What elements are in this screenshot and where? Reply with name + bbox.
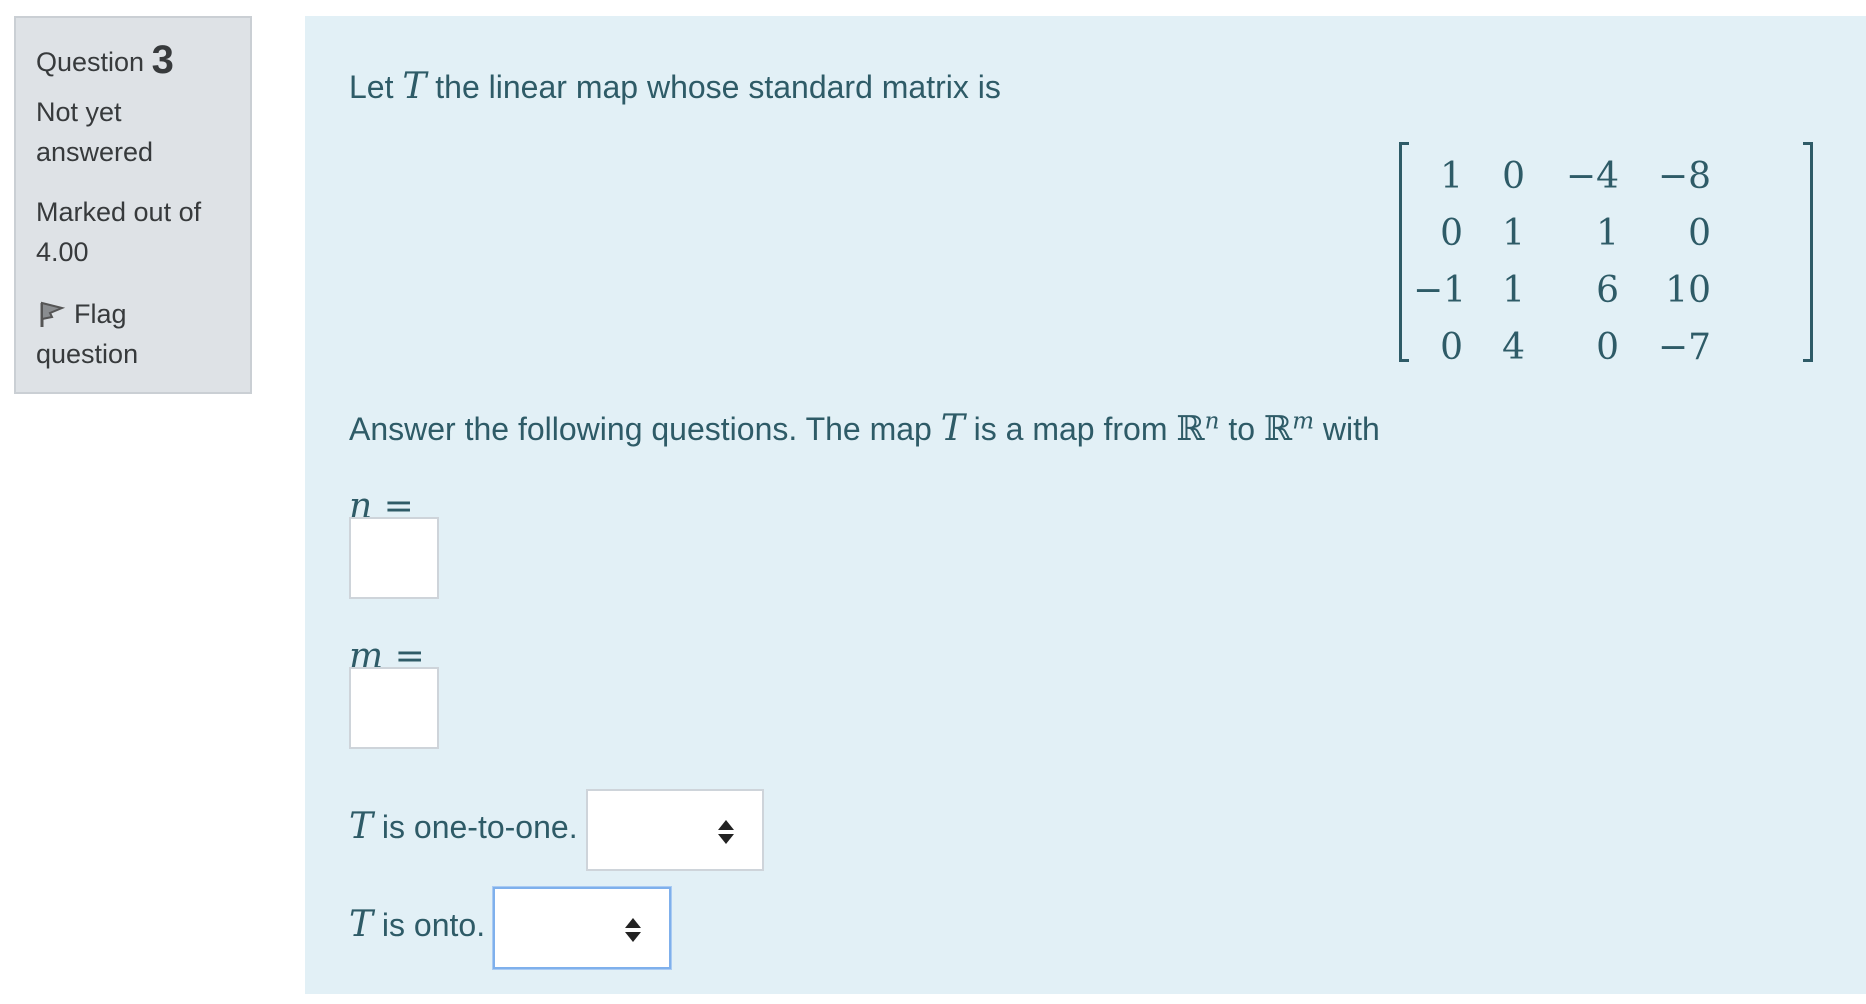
matrix-row: 0 4 0 −7 xyxy=(1413,319,1711,376)
onto-variable: T xyxy=(349,904,374,945)
matrix-entries: 1 0 −4 −8 0110 −1 1 6 10 0 4 0 −7 xyxy=(1413,148,1711,376)
question-text-part: Answer the following questions. The map xyxy=(349,411,932,447)
one-to-one-select[interactable] xyxy=(585,788,764,871)
matrix-cell: −7 xyxy=(1657,327,1711,368)
select-arrows-icon xyxy=(717,819,734,844)
matrix-cell: −1 xyxy=(1413,270,1467,311)
matrix-cell: 0 xyxy=(1596,327,1619,368)
intro-variable: T xyxy=(402,66,427,107)
question-text-part: to xyxy=(1228,411,1256,447)
question-intro: Let T the linear map whose standard matr… xyxy=(349,66,1001,107)
matrix-cell: 6 xyxy=(1596,270,1619,311)
codomain-set: ℝ xyxy=(1263,409,1293,449)
one-to-one-variable: T xyxy=(349,806,374,847)
question-variable: T xyxy=(940,408,965,449)
matrix-cell: 4 xyxy=(1502,327,1525,368)
matrix-row: 0110 xyxy=(1413,205,1711,262)
n-answer-input[interactable] xyxy=(349,517,439,599)
onto-row: T is onto. xyxy=(349,884,672,969)
matrix-cell: −8 xyxy=(1657,156,1711,197)
domain-exponent: n xyxy=(1204,408,1220,435)
question-text: Answer the following questions. The map … xyxy=(349,408,1380,449)
matrix-cell: 0 xyxy=(1440,327,1463,368)
matrix-left-bracket xyxy=(1399,142,1409,362)
flag-question-link[interactable]: Flag question xyxy=(36,294,232,374)
matrix-row: 1 0 −4 −8 xyxy=(1413,148,1711,205)
one-to-one-label: is one-to-one. xyxy=(381,809,578,845)
matrix-cell: 1 xyxy=(1502,213,1525,254)
question-content: Let T the linear map whose standard matr… xyxy=(305,16,1866,994)
domain-set: ℝ xyxy=(1176,409,1205,449)
matrix-cell: 0 xyxy=(1440,213,1463,254)
standard-matrix: 1 0 −4 −8 0110 −1 1 6 10 0 4 0 −7 xyxy=(1399,142,1813,368)
matrix-cell: 1 xyxy=(1440,156,1463,197)
question-grade: Marked out of 4.00 xyxy=(36,197,202,267)
one-to-one-row: T is one-to-one. xyxy=(349,786,764,871)
question-info-panel: Question 3 Not yet answered Marked out o… xyxy=(14,16,252,394)
question-text-part: with xyxy=(1322,411,1380,447)
question-heading: Question 3 xyxy=(36,40,232,82)
onto-label: is onto. xyxy=(381,907,486,943)
matrix-cell: −4 xyxy=(1565,156,1619,197)
intro-suffix: the linear map whose standard matrix is xyxy=(435,69,1001,105)
question-word: Question xyxy=(36,47,145,77)
matrix-row: −1 1 6 10 xyxy=(1413,262,1711,319)
question-state: Not yet answered xyxy=(36,97,154,167)
matrix-cell: 0 xyxy=(1688,213,1711,254)
matrix-cell: 1 xyxy=(1502,270,1525,311)
select-arrows-icon xyxy=(625,917,642,942)
onto-select[interactable] xyxy=(493,886,672,969)
matrix-right-bracket xyxy=(1803,142,1813,362)
codomain-exponent: m xyxy=(1292,408,1314,435)
matrix-cell: 1 xyxy=(1596,213,1619,254)
question-number: 3 xyxy=(151,38,174,82)
matrix-cell: 0 xyxy=(1502,156,1525,197)
question-text-part: is a map from xyxy=(973,411,1168,447)
m-answer-input[interactable] xyxy=(349,667,439,749)
intro-prefix: Let xyxy=(349,69,394,105)
matrix-cell: 10 xyxy=(1665,270,1711,311)
flag-icon xyxy=(40,301,66,327)
